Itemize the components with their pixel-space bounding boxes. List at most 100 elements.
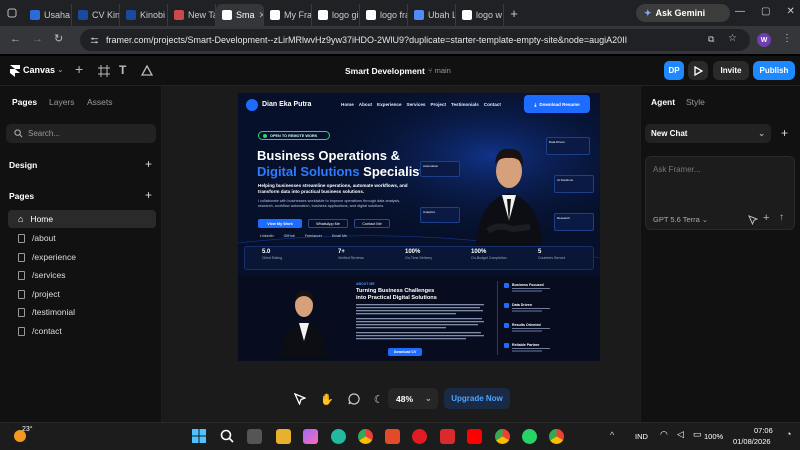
profile-avatar[interactable]: W xyxy=(757,33,771,47)
social-link[interactable]: Freelancer xyxy=(305,234,322,238)
chrome-icon[interactable] xyxy=(358,429,373,444)
notification-bell-icon[interactable]: ◔ xyxy=(786,429,791,439)
page-item-contact[interactable]: /contact xyxy=(8,322,156,340)
copilot-icon[interactable] xyxy=(303,429,318,444)
view-work-button[interactable]: View My Work xyxy=(258,219,302,228)
browser-tab[interactable]: logo gi xyxy=(312,4,360,26)
chrome-profile-icon[interactable] xyxy=(495,429,510,444)
clock-time[interactable]: 07:06 xyxy=(754,426,773,435)
edge-icon[interactable] xyxy=(331,429,346,444)
social-link[interactable]: LinkedIn xyxy=(260,234,274,238)
whatsapp-icon[interactable] xyxy=(522,429,537,444)
office-icon[interactable] xyxy=(385,429,400,444)
wifi-icon[interactable]: ◠ xyxy=(660,429,668,440)
model-selector[interactable]: GPT 5.6 Terra ⌄ xyxy=(653,215,708,224)
publish-button[interactable]: Publish xyxy=(753,61,795,80)
file-explorer-icon[interactable] xyxy=(276,429,291,444)
project-name[interactable]: Smart Development xyxy=(345,66,425,76)
social-link[interactable]: Email Me xyxy=(332,234,347,238)
zoom-select[interactable]: 48% ⌄ xyxy=(388,388,438,409)
task-view-icon[interactable] xyxy=(247,429,262,444)
url-bar[interactable]: framer.com/projects/Smart-Development--z… xyxy=(80,29,750,51)
volume-icon[interactable]: ◁ xyxy=(677,429,684,440)
select-cursor-icon[interactable] xyxy=(294,393,306,405)
page-item-testimonial[interactable]: /testimonial xyxy=(8,303,156,321)
maximize-icon[interactable]: ▢ xyxy=(761,6,770,17)
tab-assets[interactable]: Assets xyxy=(87,97,113,107)
browser-tab[interactable]: Sma✕ xyxy=(216,4,264,26)
new-chat-plus-icon[interactable]: + xyxy=(781,126,788,140)
install-app-icon[interactable]: ⧉ xyxy=(708,34,714,45)
site-info-icon[interactable] xyxy=(90,36,99,45)
framer-logo-icon[interactable] xyxy=(10,65,20,77)
site-nav-item[interactable]: Home xyxy=(341,102,354,107)
search-icon[interactable] xyxy=(220,429,234,443)
whatsapp-button[interactable]: WhatsApp Me xyxy=(308,219,348,228)
ask-gemini-button[interactable]: ✦ Ask Gemini xyxy=(636,4,730,22)
chat-select[interactable]: New Chat ⌄ xyxy=(645,124,771,143)
attach-plus-icon[interactable]: + xyxy=(763,212,769,224)
minimize-icon[interactable]: — xyxy=(735,6,745,17)
page-item-services[interactable]: /services xyxy=(8,266,156,284)
text-tool-icon[interactable]: T xyxy=(119,63,126,77)
brand-name[interactable]: Dian Eka Putra xyxy=(262,101,311,108)
website-preview-frame[interactable]: Dian Eka Putra Home About Experience Servic… xyxy=(238,93,600,361)
add-page-icon[interactable]: + xyxy=(145,188,152,202)
youtube-icon[interactable] xyxy=(467,429,482,444)
chrome-active-icon[interactable] xyxy=(549,429,564,444)
opera-icon[interactable] xyxy=(412,429,427,444)
frame-tool-icon[interactable] xyxy=(98,65,110,77)
invite-button[interactable]: Invite xyxy=(713,61,749,80)
canvas-menu[interactable]: Canvas xyxy=(23,65,55,75)
branch-indicator[interactable]: ⑂ main xyxy=(428,66,451,75)
page-item-about[interactable]: /about xyxy=(8,229,156,247)
vector-tool-icon[interactable] xyxy=(141,65,153,76)
tab-agent[interactable]: Agent xyxy=(651,97,675,107)
clock-date[interactable]: 01/08/2026 xyxy=(733,437,771,446)
app-l-icon[interactable] xyxy=(440,429,455,444)
collaborator-avatar[interactable]: DP xyxy=(664,61,684,80)
language-indicator[interactable]: IND xyxy=(635,432,648,441)
site-nav-item[interactable]: Contact xyxy=(484,102,501,107)
site-nav-item[interactable]: Services xyxy=(407,102,426,107)
send-arrow-icon[interactable]: ↑ xyxy=(779,212,784,223)
forward-arrow-icon[interactable]: → xyxy=(32,33,43,45)
comment-icon[interactable] xyxy=(348,393,360,405)
agent-input-box[interactable]: Ask Framer... GPT 5.6 Terra ⌄ + ↑ xyxy=(645,156,795,230)
pointer-icon[interactable] xyxy=(748,215,758,225)
page-item-project[interactable]: /project xyxy=(8,285,156,303)
close-window-icon[interactable]: ✕ xyxy=(786,6,794,17)
tray-chevron-icon[interactable]: ^ xyxy=(610,430,614,440)
browser-tab[interactable]: Usaha I xyxy=(24,4,72,26)
browser-tab[interactable]: CV Kino xyxy=(72,4,120,26)
chevron-down-icon[interactable]: ⌄ xyxy=(57,65,64,74)
hand-tool-icon[interactable]: ✋ xyxy=(320,393,334,406)
tab-layers[interactable]: Layers xyxy=(49,97,75,107)
bookmark-star-icon[interactable]: ☆ xyxy=(728,33,737,44)
add-design-icon[interactable]: + xyxy=(145,157,152,171)
tab-search-button[interactable] xyxy=(0,0,24,26)
insert-plus-icon[interactable]: + xyxy=(75,61,83,77)
page-item-experience[interactable]: /experience xyxy=(8,248,156,266)
browser-tab[interactable]: logo w xyxy=(456,4,504,26)
contact-button[interactable]: Contact Me xyxy=(354,219,390,228)
more-menu-icon[interactable]: ⋮ xyxy=(782,33,792,44)
battery-icon[interactable]: ▭ xyxy=(693,429,702,440)
browser-tab[interactable]: Ubah La xyxy=(408,4,456,26)
page-item-home[interactable]: ⌂ Home xyxy=(8,210,156,228)
dark-mode-icon[interactable]: ☾ xyxy=(374,393,384,406)
site-nav-item[interactable]: Project xyxy=(430,102,446,107)
back-arrow-icon[interactable]: ← xyxy=(10,33,21,45)
tab-pages[interactable]: Pages xyxy=(12,97,37,107)
search-field[interactable]: Search... xyxy=(6,124,156,143)
preview-button[interactable] xyxy=(688,61,708,80)
site-nav-item[interactable]: About xyxy=(359,102,372,107)
site-nav-item[interactable]: Experience xyxy=(377,102,402,107)
browser-tab[interactable]: My Fra xyxy=(264,4,312,26)
upgrade-button[interactable]: Upgrade Now xyxy=(444,388,510,409)
reload-icon[interactable]: ↻ xyxy=(54,32,63,45)
tab-style[interactable]: Style xyxy=(686,97,705,107)
browser-tab[interactable]: Kinobi xyxy=(120,4,168,26)
browser-tab[interactable]: logo fra xyxy=(360,4,408,26)
windows-start-icon[interactable] xyxy=(192,429,206,443)
